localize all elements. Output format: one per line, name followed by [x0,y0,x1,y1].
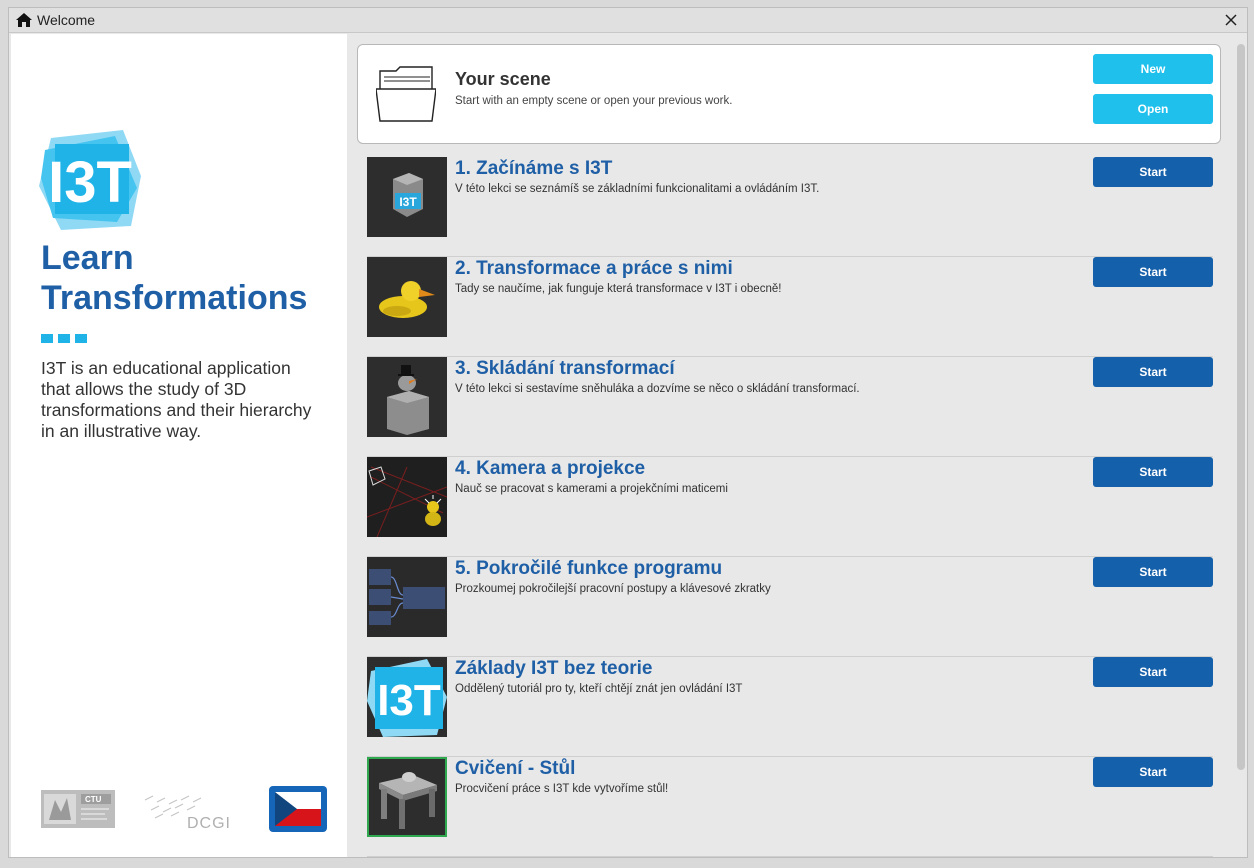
lesson-thumbnail [367,257,447,337]
vertical-scrollbar[interactable] [1237,44,1245,770]
lesson-title: 3. Skládání transformací [455,358,675,379]
start-lesson-button[interactable]: Start [1093,157,1213,187]
app-title: Learn Transformations [41,238,341,318]
lesson-description: V této lekci si sestavíme sněhuláka a do… [455,383,860,395]
lesson-thumbnail [367,457,447,537]
lesson-description: Procvičení práce s I3T kde vytvoříme stů… [455,783,669,795]
lesson-thumbnail [367,557,447,637]
logo-text: I3T [48,150,132,215]
lesson-item: I3T Základy I3T bez teorie Oddělený tuto… [367,657,1213,757]
your-scene-card: Your scene Start with an empty scene or … [357,44,1221,144]
start-lesson-button[interactable]: Start [1093,657,1213,687]
lesson-item: 3. Skládání transformací V této lekci si… [367,357,1213,457]
sidebar: I3T Learn Transformations I3T is an educ… [11,34,347,857]
ctu-badge-text: CTU [85,795,102,804]
title-line-2: Transformations [41,279,308,317]
lesson-thumbnail [367,757,447,837]
lesson-title: Základy I3T bez teorie [455,658,653,679]
lesson-title: 1. Začínáme s I3T [455,158,613,179]
main-content: Your scene Start with an empty scene or … [347,34,1247,857]
lesson-title: Cvičení - Stůl [455,758,576,779]
czech-flag-logo[interactable] [269,786,327,832]
lesson-description: V této lekci se seznámíš se základními f… [455,183,820,195]
lesson-item: 5. Pokročilé funkce programu Prozkoumej … [367,557,1213,657]
lesson-description: Tady se naučíme, jak funguje která trans… [455,283,782,295]
title-line-1: Learn [41,239,134,277]
lesson-description: Nauč se pracovat s kamerami a projekčním… [455,483,728,495]
lesson-description: Oddělený tutoriál pro ty, kteří chtějí z… [455,683,743,695]
lesson-title: 5. Pokročilé funkce programu [455,558,723,579]
folder-icon [376,66,436,122]
lesson-description: Prozkoumej pokročilejší pracovní postupy… [455,583,771,595]
new-scene-button[interactable]: New [1093,54,1213,84]
lesson-item: 2. Transformace a práce s nimi Tady se n… [367,257,1213,357]
dcgi-text: DCGI [187,815,231,832]
window-title: Welcome [37,12,96,28]
decorative-dots [41,330,92,348]
lesson-title: 2. Transformace a práce s nimi [455,258,733,279]
scene-subtitle: Start with an empty scene or open your p… [455,95,733,107]
close-icon[interactable] [1223,12,1239,28]
start-lesson-button[interactable]: Start [1093,457,1213,487]
lesson-item: 4. Kamera a projekce Nauč se pracovat s … [367,457,1213,557]
welcome-window: Welcome I3T Learn Transformations I3T is… [8,7,1248,858]
intro-text: I3T is an educational application that a… [41,358,312,441]
ctu-logo: CTU [41,790,115,828]
dcgi-logo: DCGI [144,795,231,832]
open-scene-button[interactable]: Open [1093,94,1213,124]
start-lesson-button[interactable]: Start [1093,757,1213,787]
title-bar: Welcome [9,8,1247,33]
start-lesson-button[interactable]: Start [1093,257,1213,287]
lesson-item: I3T 1. Začínáme s I3T V této lekci se se… [367,157,1213,257]
lesson-thumbnail: I3T [367,657,447,737]
i3t-logo: I3T [39,130,141,230]
home-icon [16,13,32,27]
svg-text:I3T: I3T [399,195,417,209]
start-lesson-button[interactable]: Start [1093,557,1213,587]
lesson-title: 4. Kamera a projekce [455,458,646,479]
scene-title: Your scene [455,69,551,89]
svg-text:I3T: I3T [377,676,441,725]
lesson-thumbnail [367,357,447,437]
start-lesson-button[interactable]: Start [1093,357,1213,387]
lesson-thumbnail: I3T [367,157,447,237]
lesson-item: Cvičení - Stůl Procvičení práce s I3T kd… [367,757,1213,857]
